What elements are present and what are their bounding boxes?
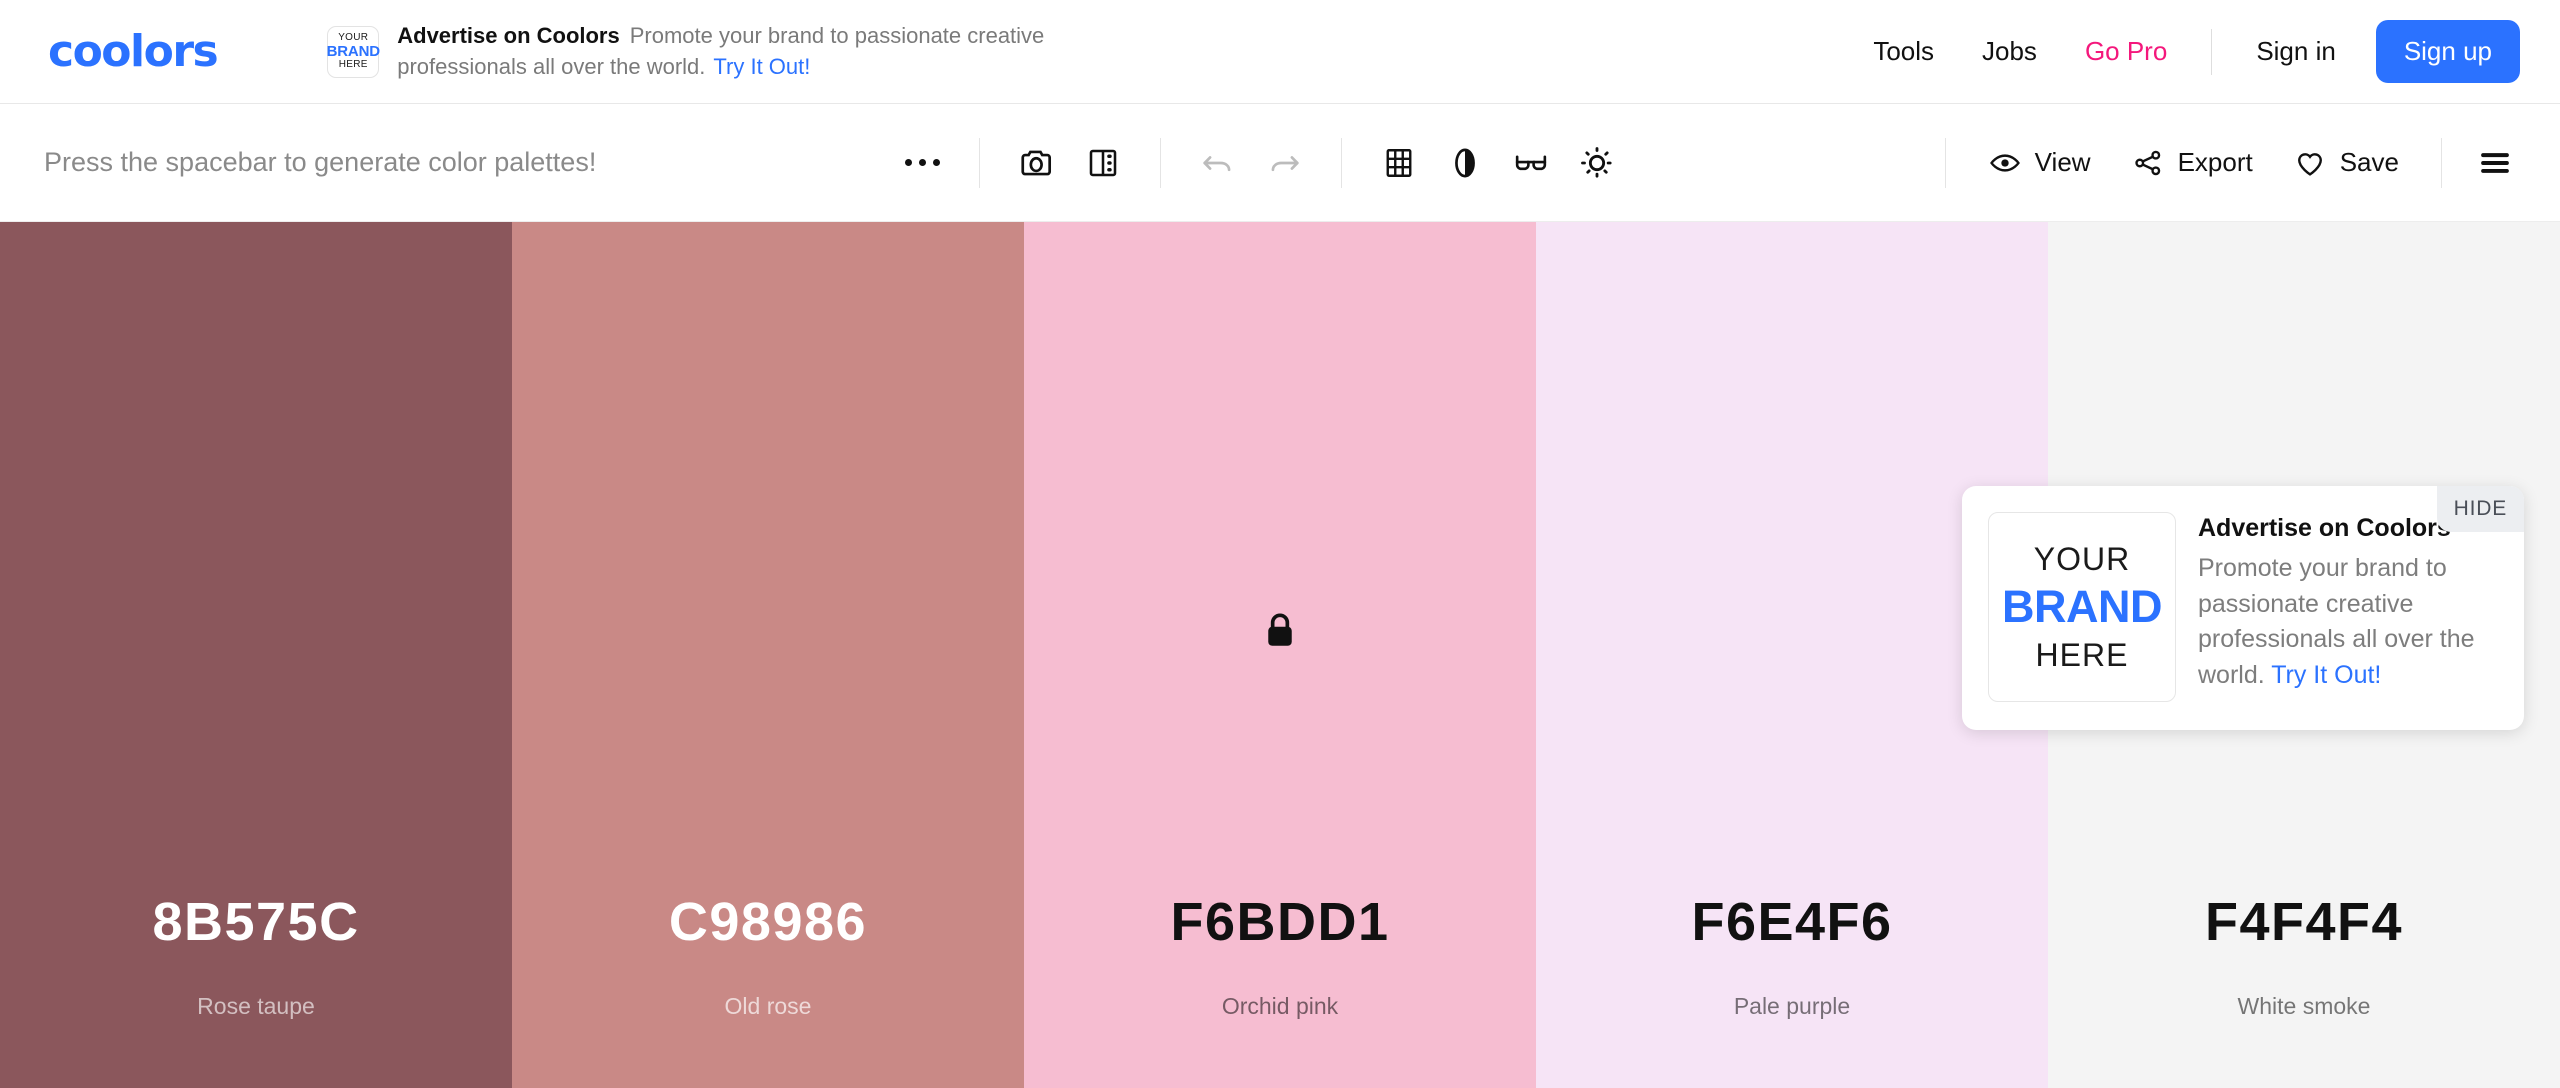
swatch-hex-value[interactable]: C98986 — [669, 895, 867, 949]
ad-card-brand-thumbnail-icon: YOUR BRAND HERE — [1988, 512, 2176, 702]
ad-thumb-line-2: BRAND — [2002, 581, 2163, 633]
toolbar-left-tools — [891, 132, 1628, 194]
spacebar-hint: Press the spacebar to generate color pal… — [44, 147, 597, 177]
nav-divider — [2211, 28, 2213, 75]
contrast-icon[interactable] — [1434, 132, 1496, 194]
ad-thumb-line-1: YOUR — [2033, 541, 2131, 578]
swatch-hex-value[interactable]: F4F4F4 — [2205, 895, 2403, 949]
glasses-icon[interactable] — [1500, 132, 1562, 194]
hamburger-menu-icon[interactable] — [2464, 132, 2526, 194]
export-label: Export — [2177, 147, 2253, 177]
header-advertisement[interactable]: YOUR BRAND HERE Advertise on Coolors Prom… — [327, 21, 1147, 82]
undo-icon[interactable] — [1187, 132, 1249, 194]
save-button[interactable]: Save — [2273, 136, 2419, 190]
toolbar-separator — [979, 137, 980, 188]
view-label: View — [2034, 147, 2091, 177]
swatch-hex-value[interactable]: 8B575C — [152, 895, 359, 949]
ad-card-body: Advertise on Coolors Promote your brand … — [2198, 512, 2496, 702]
color-swatch[interactable]: F6BDD1 Orchid pink — [1024, 222, 1536, 1088]
more-options-icon[interactable] — [891, 132, 953, 194]
grid-icon[interactable] — [1368, 132, 1430, 194]
swatch-hex-value[interactable]: F6BDD1 — [1170, 895, 1389, 949]
heart-icon — [2297, 152, 2322, 176]
brand-thumb-line-1: YOUR — [338, 32, 369, 44]
swatch-color-name: Pale purple — [1733, 993, 1851, 1019]
palette-toolbar: Press the spacebar to generate color pal… — [0, 104, 2560, 222]
header-ad-text: Advertise on Coolors Promote your brand t… — [397, 21, 1147, 82]
ad-card-cta-link[interactable]: Try It Out! — [2271, 661, 2381, 689]
view-button[interactable]: View — [1968, 136, 2111, 190]
nav-link-tools[interactable]: Tools — [1849, 36, 1958, 67]
header-ad-title: Advertise on Coolors — [397, 23, 620, 49]
toolbar-separator — [1341, 137, 1342, 188]
hide-ad-button[interactable]: HIDE — [2436, 486, 2524, 532]
swatch-color-name: White smoke — [2237, 993, 2371, 1019]
lock-icon[interactable] — [1258, 608, 1302, 657]
swatch-color-name: Old rose — [724, 993, 812, 1019]
share-icon — [2134, 150, 2160, 175]
redo-icon[interactable] — [1253, 132, 1315, 194]
nav-link-jobs[interactable]: Jobs — [1958, 36, 2061, 67]
toolbar-separator — [1944, 137, 1946, 188]
ad-card-description: Promote your brand to passionate creativ… — [2198, 551, 2496, 693]
export-button[interactable]: Export — [2111, 136, 2273, 190]
site-header: coolors YOUR BRAND HERE Advertise on Coo… — [0, 0, 2560, 104]
nav-link-go-pro[interactable]: Go Pro — [2061, 36, 2191, 67]
color-swatch[interactable]: C98986 Old rose — [512, 222, 1024, 1088]
toolbar-separator — [1160, 137, 1161, 188]
header-ad-cta-link[interactable]: Try It Out! — [713, 54, 810, 79]
eye-icon — [1989, 153, 2020, 172]
coolors-logo[interactable]: coolors — [48, 29, 219, 74]
save-label: Save — [2339, 147, 2399, 177]
brand-thumb-line-3: HERE — [338, 59, 368, 71]
color-swatch[interactable]: 8B575C Rose taupe — [0, 222, 512, 1088]
toolbar-separator — [2440, 137, 2442, 188]
advertisement-card[interactable]: HIDE YOUR BRAND HERE Advertise on Coolor… — [1962, 486, 2524, 730]
toolbar-right-tools: View Export Save — [1923, 132, 2526, 194]
sign-up-button[interactable]: Sign up — [2375, 20, 2520, 83]
sign-in-link[interactable]: Sign in — [2232, 36, 2360, 67]
swatch-hex-value[interactable]: F6E4F6 — [1691, 895, 1892, 949]
brand-thumb-line-2: BRAND — [326, 42, 380, 60]
ad-thumb-line-3: HERE — [2035, 636, 2129, 673]
camera-icon[interactable] — [1006, 132, 1068, 194]
color-palette: 8B575C Rose taupe C98986 Old rose F6BDD1… — [0, 222, 2560, 1088]
swatch-color-name: Rose taupe — [197, 993, 315, 1019]
brightness-icon[interactable] — [1566, 132, 1628, 194]
brand-thumbnail-icon: YOUR BRAND HERE — [326, 25, 380, 78]
main-navigation: Tools Jobs Go Pro Sign in Sign up — [1849, 20, 2520, 83]
swatch-color-name: Orchid pink — [1221, 993, 1339, 1019]
split-view-icon[interactable] — [1072, 132, 1134, 194]
